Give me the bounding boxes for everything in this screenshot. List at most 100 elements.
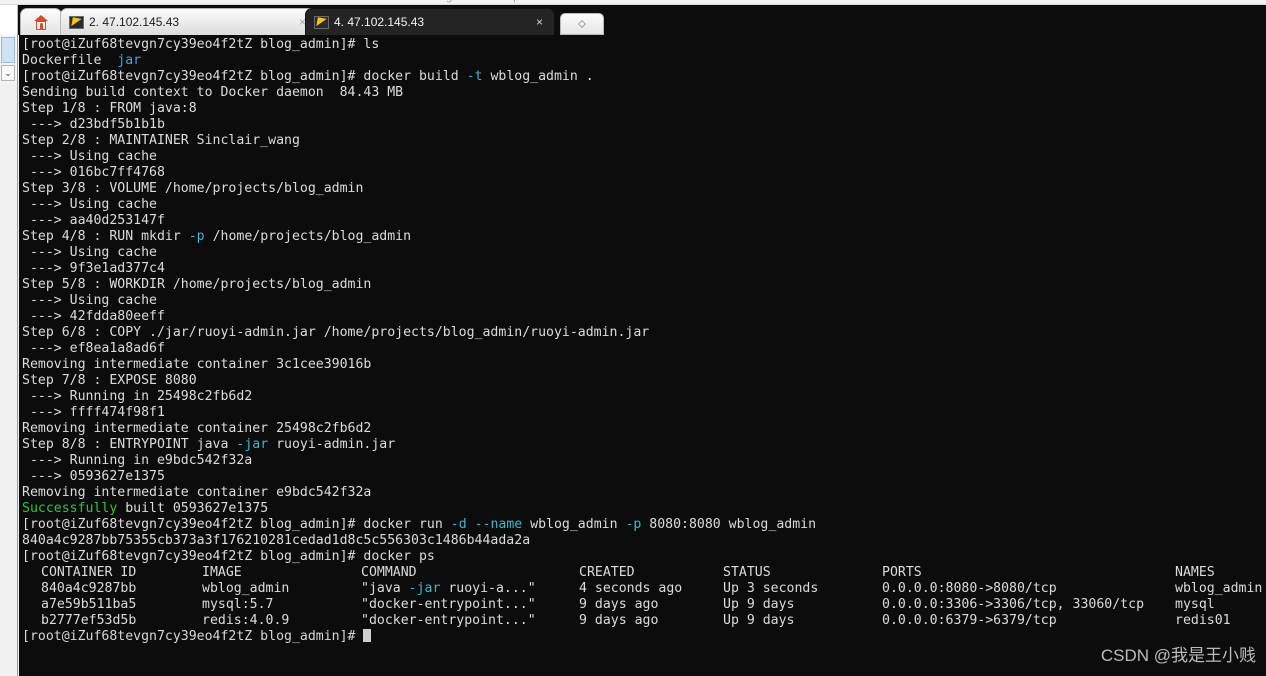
cell-command: "docker-entrypoint..." (361, 597, 536, 613)
terminal-line-text: Step 3/8 : VOLUME /home/projects/blog_ad… (22, 181, 364, 196)
terminal-line-text: Removing intermediate container 25498c2f… (22, 421, 372, 436)
terminal-line: Step 1/8 : FROM java:8 (22, 101, 1266, 117)
watermark: CSDN @我是王小贱 (1100, 646, 1256, 665)
command-text: "docker-entrypoint..." (361, 613, 536, 628)
column-header: NAMES (1175, 565, 1215, 580)
shell-command-segment: -p (625, 517, 642, 532)
terminal-line-segment: jar (117, 53, 142, 68)
terminal-line: Sending build context to Docker daemon 8… (22, 85, 1266, 101)
terminal-line: ---> ef8ea1a8ad6f (22, 341, 1266, 357)
terminal-output[interactable]: [root@iZuf68tevgn7cy39eo4f2tZ blog_admin… (19, 35, 1266, 676)
shell-command: docker ps (355, 549, 435, 564)
tab-bar-left-gutter (0, 5, 18, 35)
table-row: 840a4c9287bb wblog_admin "java -jar ruoyi-… (22, 581, 1266, 597)
command-flag: -jar (408, 581, 441, 596)
shell-prompt: [root@iZuf68tevgn7cy39eo4f2tZ blog_admin… (22, 517, 356, 532)
shell-command-segment: 8080:8080 wblog_admin (641, 517, 817, 532)
cell-ports: 0.0.0.0:6379->6379/tcp (882, 613, 1057, 628)
terminal-line: ---> 016bc7ff4768 (22, 165, 1266, 181)
terminal-line-text: Sending build context to Docker daemon 8… (22, 85, 404, 100)
terminal-line: Step 4/8 : RUN mkdir -p /home/projects/b… (22, 229, 1266, 245)
session-side-panel[interactable]: ⌄ (0, 35, 18, 676)
shell-prompt: [root@iZuf68tevgn7cy39eo4f2tZ blog_admin… (22, 549, 356, 564)
shell-prompt: [root@iZuf68tevgn7cy39eo4f2tZ blog_admin… (22, 69, 356, 84)
terminal-line: ---> Using cache (22, 197, 1266, 213)
terminal-line-text: ---> d23bdf5b1b1b (22, 117, 165, 132)
terminal-line: Step 2/8 : MAINTAINER Sinclair_wang (22, 133, 1266, 149)
terminal-line: ---> Using cache (22, 293, 1266, 309)
shell-command-segment: docker build (355, 69, 467, 84)
terminal-line: ---> 9f3e1ad377c4 (22, 261, 1266, 277)
terminal-line-text: ---> Running in 25498c2fb6d2 (22, 389, 253, 404)
tab-session-2[interactable]: 2. 47.102.145.43 × (60, 8, 318, 35)
terminal-line-segment: Dockerfile (22, 53, 118, 68)
shell-command-segment (467, 517, 475, 532)
terminal-line: ---> Running in e9bdc542f32a (22, 453, 1266, 469)
terminal-line: ---> d23bdf5b1b1b (22, 117, 1266, 133)
new-tab-icon: ⬦ (578, 17, 586, 30)
terminal-line-text: Removing intermediate container 3c1cee39… (22, 357, 372, 372)
terminal-line-text: Step 6/8 : COPY ./jar/ruoyi-admin.jar /h… (22, 325, 650, 340)
terminal-line: Removing intermediate container e9bdc542… (22, 485, 1266, 501)
terminal-line: ---> ffff474f98f1 (22, 405, 1266, 421)
terminal-line: Step 7/8 : EXPOSE 8080 (22, 373, 1266, 389)
cell-container-id: 840a4c9287bb (41, 581, 137, 596)
terminal-line-text: ---> Using cache (22, 197, 157, 212)
terminal-scrollback: [root@iZuf68tevgn7cy39eo4f2tZ blog_admin… (22, 37, 1266, 565)
new-tab-button[interactable]: ⬦ (560, 13, 604, 35)
text-cursor (363, 629, 372, 642)
terminal-line: ---> Using cache (22, 149, 1266, 165)
terminal-line-text: Removing intermediate container e9bdc542… (22, 485, 372, 500)
terminal-line-segment: -p (188, 229, 205, 244)
terminal-line: Step 5/8 : WORKDIR /home/projects/blog_a… (22, 277, 1266, 293)
tab-bar: 2. 47.102.145.43 × 4. 47.102.145.43 × ⬦ (0, 5, 1266, 35)
cell-created: 4 seconds ago (579, 581, 683, 596)
terminal-line: ---> Running in 25498c2fb6d2 (22, 389, 1266, 405)
shell-command-segment: wblog_admin (522, 517, 626, 532)
terminal-line-segment: /home/projects/blog_admin (204, 229, 412, 244)
cell-image: redis:4.0.9 (202, 613, 290, 628)
tab-home[interactable] (20, 8, 62, 35)
terminal-line-text: ---> Running in e9bdc542f32a (22, 453, 253, 468)
shell-command-segment: --name (474, 517, 523, 532)
cell-ports: 0.0.0.0:3306->3306/tcp, 33060/tcp (882, 597, 1145, 612)
terminal-icon (314, 15, 329, 29)
terminal-line: Step 6/8 : COPY ./jar/ruoyi-admin.jar /h… (22, 325, 1266, 341)
chevron-down-icon[interactable]: ⌄ (1, 65, 15, 81)
terminal-line: [root@iZuf68tevgn7cy39eo4f2tZ blog_admin… (22, 69, 1266, 85)
cell-container-id: b2777ef53d5b (41, 613, 137, 628)
terminal-line-text: ---> ef8ea1a8ad6f (22, 341, 165, 356)
column-header: IMAGE (202, 565, 242, 580)
terminal-line-text: Step 2/8 : MAINTAINER Sinclair_wang (22, 133, 300, 148)
close-icon[interactable]: × (533, 16, 546, 28)
table-row: a7e59b511ba5 mysql:5.7 "docker-entrypoint.… (22, 597, 1266, 613)
command-text: "docker-entrypoint..." (361, 597, 536, 612)
terminal-line: ---> aa40d253147f (22, 213, 1266, 229)
terminal-line-text: ---> 016bc7ff4768 (22, 165, 165, 180)
column-header: CREATED (579, 565, 635, 580)
cell-names: redis01 (1175, 613, 1231, 628)
terminal-line-text: 840a4c9287bb75355cb373a3f176210281cedad1… (22, 533, 531, 548)
cell-status: Up 9 days (723, 613, 795, 628)
shell-command: ls (355, 37, 380, 52)
table-header-row: CONTAINER ID IMAGE COMMAND CREATED STATUS POR… (22, 565, 1266, 581)
terminal-line-text: ---> Using cache (22, 149, 157, 164)
cell-command: "docker-entrypoint..." (361, 613, 536, 629)
cell-container-id: a7e59b511ba5 (41, 597, 137, 612)
cell-status: Up 9 days (723, 597, 795, 612)
cell-names: mysql (1175, 597, 1215, 612)
terminal-line: [root@iZuf68tevgn7cy39eo4f2tZ blog_admin… (22, 517, 1266, 533)
cell-image: mysql:5.7 (202, 597, 274, 612)
column-header: STATUS (723, 565, 771, 580)
tab-session-4-label: 4. 47.102.145.43 (334, 15, 425, 29)
terminal-line: ---> 42fdda80eeff (22, 309, 1266, 325)
command-text-tail: ruoyi-a..." (440, 581, 536, 596)
command-text: "java (361, 581, 409, 596)
cell-created: 9 days ago (579, 597, 659, 612)
terminal-line: Successfully built 0593627e1375 (22, 501, 1266, 517)
tab-session-4[interactable]: 4. 47.102.145.43 × (305, 8, 555, 35)
terminal-line-text: ---> Using cache (22, 245, 157, 260)
terminal-line-text: Step 5/8 : WORKDIR /home/projects/blog_a… (22, 277, 372, 292)
shell-command-segment: -d (450, 517, 467, 532)
terminal-line-text: Step 1/8 : FROM java:8 (22, 101, 197, 116)
